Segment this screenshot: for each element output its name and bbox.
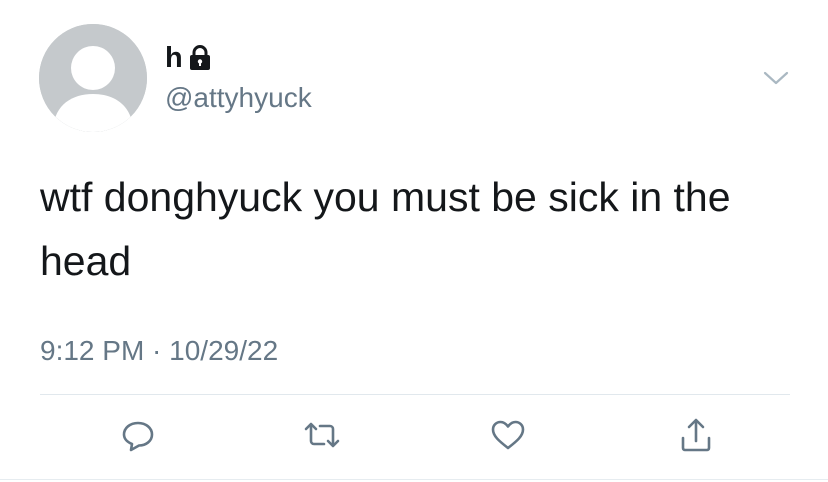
author-name-row: h xyxy=(165,40,211,76)
avatar[interactable] xyxy=(39,24,147,132)
reply-button[interactable] xyxy=(118,415,158,455)
display-name[interactable]: h xyxy=(165,40,183,76)
chevron-down-icon[interactable] xyxy=(762,68,790,88)
tweet-card: h @attyhyuck wtf donghyuck you must be s… xyxy=(0,0,828,482)
lock-icon xyxy=(189,45,211,71)
default-avatar-icon xyxy=(39,24,147,132)
tweet-text: wtf donghyuck you must be sick in the he… xyxy=(40,174,731,284)
speech-bubble-icon xyxy=(122,421,154,452)
timestamp[interactable]: 9:12 PM · 10/29/22 xyxy=(40,333,278,369)
like-button[interactable] xyxy=(488,415,528,455)
bottom-border xyxy=(0,479,828,480)
share-button[interactable] xyxy=(676,415,716,455)
divider xyxy=(40,394,790,395)
author-handle[interactable]: @attyhyuck xyxy=(165,81,312,115)
heart-icon xyxy=(491,420,525,450)
retweet-arrows-icon xyxy=(304,422,340,448)
share-upload-icon xyxy=(681,418,711,452)
retweet-button[interactable] xyxy=(302,415,342,455)
